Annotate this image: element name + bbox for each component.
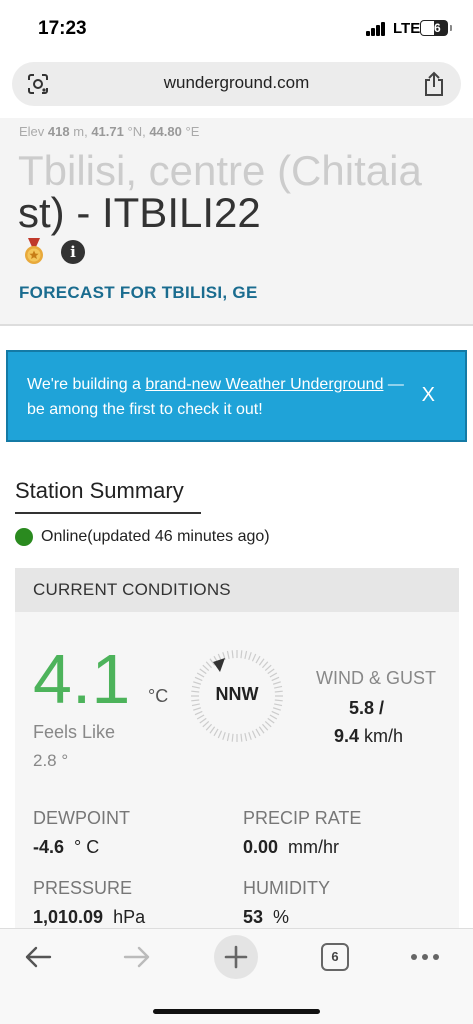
medal-icon[interactable] [22, 238, 46, 266]
feels-like-label: Feels Like [33, 722, 116, 742]
elev-value: 418 [47, 124, 70, 139]
wind-separator: / [379, 698, 385, 718]
humidity: 53% [243, 907, 289, 928]
lon-value: 44.80 [149, 124, 182, 139]
station-summary-title: Station Summary [15, 478, 184, 503]
plus-icon [224, 945, 248, 969]
humidity-value: 53 [243, 907, 264, 927]
status-bar: 17:23 LTE 56 [0, 0, 473, 56]
pressure-label: PRESSURE [33, 878, 133, 898]
dewpoint-value: -4.6 [33, 837, 65, 857]
current-conditions-header: CURRENT CONDITIONS [15, 568, 459, 612]
wind-speed-value: 5.8 [349, 698, 375, 718]
summary-underline [15, 512, 201, 514]
banner-text-before: We're building a [27, 376, 146, 393]
elevation-coordinates: Elev 418 m, 41.71 °N, 44.80 °E [19, 124, 199, 139]
browser-toolbar: 6 [0, 928, 473, 1024]
lat-value: 41.71 [91, 124, 124, 139]
tabs-button[interactable]: 6 [321, 943, 349, 971]
dewpoint-unit: ° C [74, 837, 100, 857]
dewpoint: -4.6 ° C [33, 837, 99, 858]
precip-rate: 0.00 mm/hr [243, 837, 339, 858]
wind-gust-label: WIND & GUST [316, 668, 436, 688]
precip-rate-unit: mm/hr [288, 837, 340, 857]
online-status-text: Online(updated 46 minutes ago) [41, 528, 270, 545]
station-title-line1: Tbilisi, centre (Chitaia [18, 147, 422, 194]
temperature-unit: °C [148, 686, 169, 706]
wind-speed: 5.8 / [349, 698, 384, 719]
battery-level: 56 [427, 21, 441, 35]
online-status-icon [15, 528, 33, 546]
pressure: 1,010.09 hPa [33, 907, 145, 928]
home-indicator [153, 1009, 320, 1014]
signal-icon [366, 22, 388, 36]
lens-icon[interactable] [26, 72, 50, 96]
station-title-line2: st) - ITBILI22 [18, 189, 261, 236]
page: 17:23 LTE 56 wunderground.com Elev 418 m… [0, 0, 473, 1024]
current-conditions-title: CURRENT CONDITIONS [33, 580, 231, 599]
elev-prefix: Elev [19, 124, 45, 139]
humidity-label: HUMIDITY [243, 878, 330, 898]
address-bar[interactable]: wunderground.com [12, 62, 461, 106]
promo-banner: We're building a brand-new Weather Under… [6, 350, 467, 442]
humidity-unit: % [273, 907, 290, 927]
lat-unit: °N, [127, 124, 146, 139]
battery-icon: 56 [420, 20, 452, 36]
precip-rate-label: PRECIP RATE [243, 808, 362, 828]
forward-arrow-icon[interactable] [121, 943, 153, 971]
feels-like-value: 2.8 ° [33, 751, 69, 770]
current-conditions-panel: CURRENT CONDITIONS 4.1 °C Feels Like 2.8… [15, 568, 459, 928]
more-dots-icon[interactable] [410, 953, 440, 961]
network-type: LTE [393, 20, 421, 37]
wind-direction: NNW [215, 684, 259, 704]
gust-speed-value: 9.4 [334, 726, 360, 746]
share-icon[interactable] [423, 71, 445, 97]
status-time: 17:23 [38, 18, 87, 39]
gust-speed: 9.4 km/h [334, 726, 403, 747]
pressure-value: 1,010.09 [33, 907, 104, 927]
pressure-unit: hPa [113, 907, 146, 927]
address-url[interactable]: wunderground.com [12, 73, 461, 93]
banner-link[interactable]: brand-new Weather Underground [145, 376, 383, 393]
forecast-link[interactable]: FORECAST FOR TBILISI, GE [19, 283, 258, 303]
dewpoint-label: DEWPOINT [33, 808, 130, 828]
precip-rate-value: 0.00 [243, 837, 279, 857]
new-tab-button[interactable] [214, 935, 258, 979]
banner-close-button[interactable]: X [422, 384, 435, 407]
station-header: Elev 418 m, 41.71 °N, 44.80 °E Tbilisi, … [0, 118, 473, 326]
lon-unit: °E [185, 124, 200, 139]
elev-unit: m, [73, 124, 88, 139]
station-title: Tbilisi, centre (Chitaia st) - ITBILI22 [18, 150, 458, 234]
back-arrow-icon[interactable] [22, 943, 54, 971]
banner-text: We're building a brand-new Weather Under… [27, 372, 407, 422]
info-icon[interactable]: i [61, 240, 85, 264]
wind-unit: km/h [364, 726, 404, 746]
temperature-value: 4.1 [33, 640, 131, 718]
